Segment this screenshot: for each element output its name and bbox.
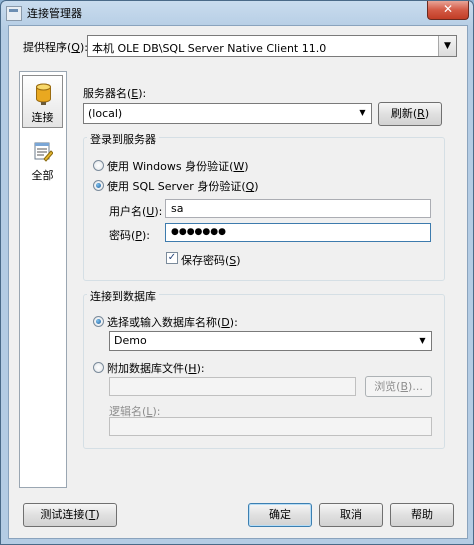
login-group-title: 登录到服务器 [87,131,159,147]
nav-pane: 连接 全部 [19,71,67,488]
chevron-down-icon[interactable]: ▼ [438,36,456,56]
provider-label: 提供程序(Q): [23,41,88,54]
save-password-checkbox[interactable]: ✓ [166,252,178,264]
password-input[interactable]: ●●●●●●● [165,223,431,242]
attach-file-radio[interactable] [93,362,104,373]
attach-file-input[interactable] [109,377,356,396]
select-database-label[interactable]: 选择或输入数据库名称(D): [107,314,238,330]
password-value: ●●●●●●● [171,227,226,237]
window-app-icon [6,6,22,21]
window-title: 连接管理器 [27,7,82,20]
password-label: 密码(P): [109,229,150,242]
save-password-label[interactable]: 保存密码(S) [181,252,241,268]
server-name-value: (local) [88,107,123,120]
nav-item-all[interactable]: 全部 [22,134,63,187]
sql-auth-radio[interactable] [93,180,104,191]
database-icon [36,83,51,105]
chevron-down-icon[interactable]: ▼ [354,104,371,122]
username-label: 用户名(U): [109,205,163,218]
attach-file-label[interactable]: 附加数据库文件(H): [107,360,205,376]
sql-auth-label[interactable]: 使用 SQL Server 身份验证(Q) [107,178,259,194]
server-name-label: 服务器名(E): [83,87,147,100]
help-button[interactable]: 帮助 [390,503,454,527]
refresh-button[interactable]: 刷新(R) [378,102,442,126]
username-input[interactable]: sa [165,199,431,218]
server-name-combobox[interactable]: (local) ▼ [83,103,372,124]
database-name-combobox[interactable]: Demo ▼ [109,331,432,351]
test-connection-button[interactable]: 测试连接(T) [23,503,117,527]
database-group-title: 连接到数据库 [87,288,159,304]
select-database-radio[interactable] [93,316,104,327]
username-value: sa [171,202,184,215]
provider-select[interactable]: 本机 OLE DB\SQL Server Native Client 11.0 … [87,35,457,57]
database-name-value: Demo [114,334,147,347]
chevron-down-icon[interactable]: ▼ [414,332,431,350]
properties-icon [34,142,53,162]
title-bar[interactable]: 连接管理器 ✕ [1,1,473,25]
nav-item-label: 全部 [31,169,54,182]
ok-button[interactable]: 确定 [248,503,312,527]
nav-item-label: 连接 [31,111,54,124]
logical-name-input[interactable] [109,417,432,436]
browse-button[interactable]: 浏览(B)... [365,376,432,397]
cancel-button[interactable]: 取消 [319,503,383,527]
windows-auth-label[interactable]: 使用 Windows 身份验证(W) [107,158,249,174]
connection-manager-window: 连接管理器 ✕ 提供程序(Q): 本机 OLE DB\SQL Server Na… [0,0,474,545]
provider-value: 本机 OLE DB\SQL Server Native Client 11.0 [92,42,327,55]
close-icon: ✕ [442,2,454,16]
close-button[interactable]: ✕ [427,1,469,20]
windows-auth-radio[interactable] [93,160,104,171]
nav-item-connection[interactable]: 连接 [22,75,63,128]
